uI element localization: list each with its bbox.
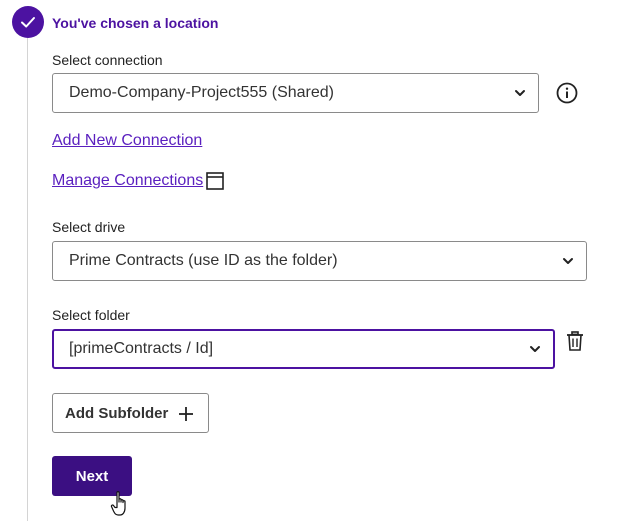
next-button-label: Next	[75, 467, 109, 485]
folder-select[interactable]: [primeContracts / Id]	[52, 329, 555, 369]
hand-cursor-icon	[110, 491, 126, 516]
folder-select-value: [primeContracts / Id]	[69, 340, 214, 357]
trash-icon[interactable]	[566, 331, 584, 351]
step-title: You've chosen a location	[52, 15, 219, 31]
check-icon	[21, 17, 35, 28]
chevron-down-icon	[530, 346, 540, 352]
step-complete-badge	[12, 6, 44, 38]
add-subfolder-button[interactable]: Add Subfolder	[52, 393, 209, 433]
connection-select-value: Demo-Company-Project555 (Shared)	[69, 84, 334, 101]
add-new-connection-link[interactable]: Add New Connection	[52, 132, 202, 150]
info-icon[interactable]	[556, 82, 578, 104]
connection-select[interactable]: Demo-Company-Project555 (Shared)	[52, 73, 539, 113]
manage-connections-link[interactable]: Manage Connections	[52, 172, 203, 190]
select-folder-label: Select folder	[52, 307, 130, 323]
drive-select[interactable]: Prime Contracts (use ID as the folder)	[52, 241, 587, 281]
plus-icon	[179, 407, 193, 421]
chevron-down-icon	[563, 258, 573, 264]
select-drive-label: Select drive	[52, 219, 126, 235]
add-subfolder-label: Add Subfolder	[65, 404, 169, 422]
step-rail	[27, 38, 28, 521]
chevron-down-icon	[515, 90, 525, 96]
select-connection-label: Select connection	[52, 52, 163, 68]
drive-select-value: Prime Contracts (use ID as the folder)	[69, 252, 338, 269]
external-window-icon	[206, 172, 224, 190]
